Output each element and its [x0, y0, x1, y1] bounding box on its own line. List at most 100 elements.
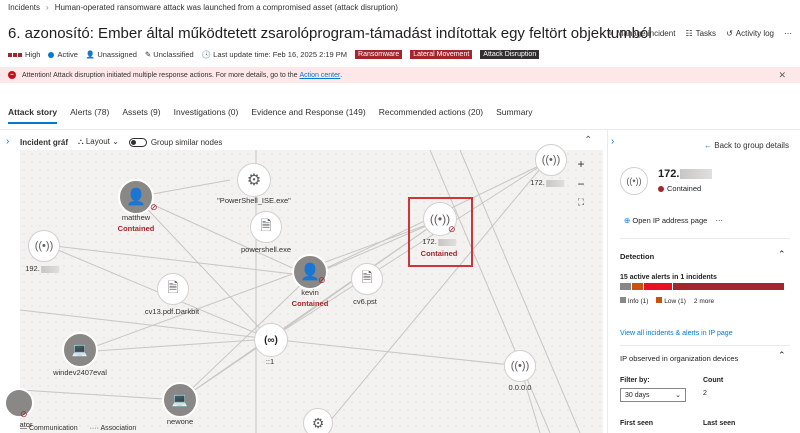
arrow-left-icon: ← [704, 141, 712, 150]
bar-high [672, 283, 785, 290]
legend-more[interactable]: 2 more [694, 298, 714, 305]
graph-title: Incident gráf [20, 137, 69, 147]
ip-avatar: ((•)) [620, 167, 648, 195]
status: Active [48, 50, 78, 59]
ip-node-loopback[interactable]: (∞) [254, 323, 288, 357]
zoom-in-button[interactable]: + [577, 157, 584, 171]
last-update: 🕓 Last update time: Feb 16, 2025 2:19 PM [201, 50, 348, 59]
ip-node-zeros[interactable]: ((•)) [504, 350, 536, 382]
node-status-matthew: Contained [117, 224, 155, 233]
node-label-powershell: powershell.exe [240, 245, 292, 254]
tag-attack-disruption[interactable]: Attack Disruption [480, 50, 540, 59]
tab-assets[interactable]: Assets (9) [122, 107, 160, 117]
page-title: 6. azonosító: Ember által működtetett zs… [8, 25, 652, 42]
severity-icon [8, 52, 22, 57]
file-node-cv13[interactable]: 🗎 [157, 273, 189, 305]
process-node-bottom[interactable]: ⚙ [303, 408, 333, 433]
history-icon: ↺ [726, 29, 733, 38]
file-node-powershell[interactable]: 🗎 [250, 211, 282, 243]
user-node-matthew[interactable]: 👤 [118, 179, 154, 215]
node-label-cv6: cv6.pst [353, 297, 377, 306]
device-node-bottom-left[interactable] [4, 388, 34, 418]
redacted [545, 179, 564, 187]
collapse-panel-icon[interactable]: › [611, 136, 614, 147]
user-icon: 👤 [126, 189, 146, 206]
collapse-graph-icon[interactable]: ⌃ [584, 135, 592, 146]
tab-alerts[interactable]: Alerts (78) [70, 107, 109, 117]
ip-title: 172. [658, 168, 713, 180]
close-icon[interactable]: ✕ [778, 70, 786, 81]
loop-icon: (∞) [264, 334, 278, 346]
gear-icon: ⚙ [246, 172, 262, 189]
graph-toolbar: Incident gráf ⛬ Layout ⌄ Group similar n… [20, 137, 222, 147]
bar-medium [644, 283, 672, 290]
laptop-icon: 💻 [71, 342, 89, 357]
node-label-ps-ise: "PowerShell_ISE.exe" [217, 196, 291, 205]
tab-evidence[interactable]: Evidence and Response (149) [251, 107, 365, 117]
expand-left-icon[interactable]: › [6, 136, 9, 147]
device-node-newone[interactable]: 💻 [162, 382, 198, 418]
file-node-cv6[interactable]: 🗎 [351, 263, 383, 295]
tag-lateral-movement[interactable]: Lateral Movement [410, 50, 473, 59]
chevron-down-icon: ⌄ [675, 392, 681, 399]
tab-bar: Attack story Alerts (78) Assets (9) Inve… [8, 107, 533, 124]
selected-node-highlight [408, 197, 473, 267]
chevron-up-icon[interactable]: ⌃ [778, 249, 786, 260]
tab-summary[interactable]: Summary [496, 107, 532, 117]
filter-dropdown[interactable]: 30 days ⌄ [620, 388, 686, 402]
laptop-icon: 💻 [171, 392, 189, 407]
back-to-group-link[interactable]: ← Back to group details [704, 141, 789, 150]
legend-low: Low (1) [656, 297, 686, 305]
bar-low [632, 283, 644, 290]
assigned-to[interactable]: 👤 Unassigned [86, 50, 137, 59]
incident-graph[interactable]: 👤 ⊘ matthew Contained ⚙ "PowerShell_ISE.… [4, 144, 603, 433]
chevron-right-icon: › [46, 3, 49, 12]
toggle-switch[interactable] [128, 137, 147, 147]
open-ip-page-button[interactable]: ⊕ Open IP address page ⋯ [624, 216, 723, 225]
manage-incident-button[interactable]: ✎ Manage incident [607, 29, 675, 38]
zoom-out-button[interactable]: − [577, 177, 584, 191]
zoom-controls: + − ⛶ [573, 157, 589, 208]
file-icon: 🗎 [361, 269, 373, 285]
broadcast-icon: ((•)) [34, 240, 54, 252]
tab-investigations[interactable]: Investigations (0) [174, 107, 239, 117]
filter-label: Filter by: [620, 377, 650, 384]
tab-recommended-actions[interactable]: Recommended actions (20) [379, 107, 483, 117]
error-icon: – [8, 71, 16, 79]
more-button[interactable]: ⋯ [784, 29, 792, 38]
device-node-windev[interactable]: 💻 [62, 332, 98, 368]
observed-header: IP observed in organization devices [620, 354, 739, 363]
action-center-link[interactable]: Action center [299, 72, 340, 79]
classification[interactable]: ✎ Unclassified [145, 50, 194, 59]
status-dot-icon [48, 51, 55, 58]
checklist-icon: ☷ [685, 29, 693, 38]
legend-communication: — Communication [20, 425, 78, 432]
tab-attack-story[interactable]: Attack story [8, 107, 58, 124]
broadcast-icon: ((•)) [626, 176, 642, 186]
bar-info [620, 283, 632, 290]
breadcrumb-incidents[interactable]: Incidents [8, 3, 40, 12]
tasks-button[interactable]: ☷ Tasks [685, 29, 716, 38]
contained-icon: ⊘ [20, 409, 28, 419]
node-label-cv13: cv13.pdf.Darkbit [144, 307, 200, 316]
node-label-matthew: matthew [121, 213, 151, 222]
node-label-windev: windev2407eval [53, 368, 107, 377]
ip-node-top-right[interactable]: ((•)) [535, 144, 567, 176]
count-label: Count [703, 377, 724, 384]
tag-ransomware[interactable]: Ransomware [355, 50, 403, 59]
view-all-link[interactable]: View all incidents & alerts in IP page [620, 330, 733, 337]
layout-dropdown[interactable]: ⛬ Layout ⌄ [78, 137, 119, 147]
group-similar-toggle[interactable]: Group similar nodes [128, 137, 222, 147]
status-badge: Contained [658, 184, 701, 193]
broadcast-icon: ((•)) [510, 360, 530, 372]
activity-log-button[interactable]: ↺ Activity log [726, 29, 774, 38]
legend-association: ···· Association [89, 425, 137, 432]
first-seen-label: First seen [620, 420, 654, 427]
process-node-ps-ise[interactable]: ⚙ [237, 163, 271, 197]
open-link-icon: ⊕ [624, 216, 631, 225]
fit-view-button[interactable]: ⛶ [578, 197, 584, 208]
contained-icon: ⊘ [318, 275, 326, 285]
ip-node-left[interactable]: ((•)) [28, 230, 60, 262]
broadcast-icon: ((•)) [541, 154, 561, 166]
chevron-up-icon[interactable]: ⌃ [778, 350, 786, 361]
